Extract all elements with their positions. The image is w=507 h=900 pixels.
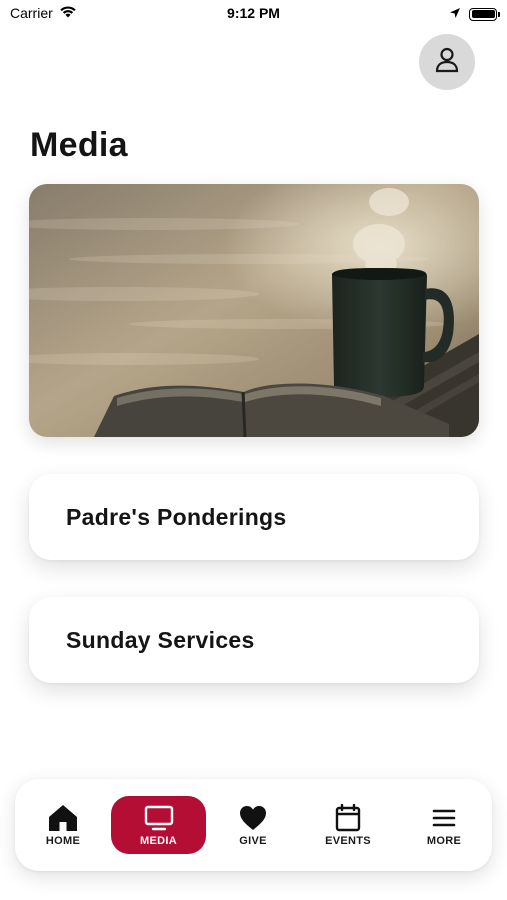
tab-bar: HOME MEDIA GIVE EVENTS MORE: [15, 779, 492, 871]
tab-media[interactable]: MEDIA: [111, 796, 206, 854]
tab-events[interactable]: EVENTS: [303, 796, 393, 854]
tab-label: MEDIA: [140, 834, 177, 847]
media-screen: Carrier 9:12 PM Media Padre's Ponderings…: [0, 0, 507, 900]
tab-label: GIVE: [239, 834, 267, 847]
tv-icon: [144, 804, 174, 832]
tab-label: HOME: [45, 834, 81, 847]
profile-button[interactable]: [419, 34, 475, 90]
menu-card-padres-ponderings[interactable]: Padre's Ponderings: [29, 474, 479, 560]
tab-label: EVENTS: [325, 834, 371, 847]
tab-more[interactable]: MORE: [399, 796, 489, 854]
page-title: Media: [30, 126, 128, 164]
tab-label: MORE: [426, 834, 462, 847]
battery-level: [471, 10, 495, 18]
status-right: [449, 6, 500, 22]
menu-card-label: Sunday Services: [66, 626, 255, 653]
calendar-icon: [335, 803, 361, 832]
menu-card-sunday-services[interactable]: Sunday Services: [29, 597, 479, 683]
tab-give[interactable]: GIVE: [208, 796, 298, 854]
menu-card-label: Padre's Ponderings: [66, 503, 287, 530]
menu-icon: [431, 804, 457, 832]
home-icon: [48, 804, 78, 832]
hero-image: [29, 184, 479, 437]
tab-home[interactable]: HOME: [18, 796, 108, 854]
user-icon: [434, 46, 460, 79]
status-bar: Carrier 9:12 PM: [0, 0, 507, 28]
battery-icon: [469, 7, 500, 21]
status-time: 9:12 PM: [227, 5, 280, 21]
heart-icon: [239, 804, 267, 832]
location-arrow-icon: [449, 6, 461, 22]
